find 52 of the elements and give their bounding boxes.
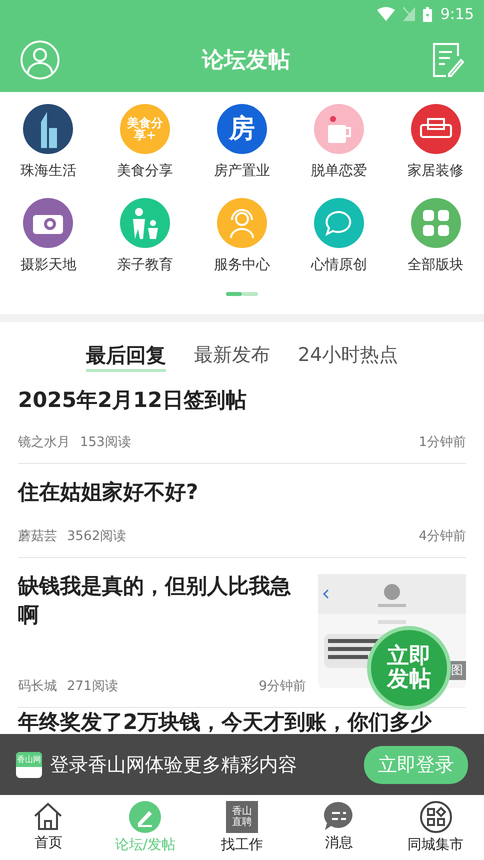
- post-time: 4分钟前: [418, 528, 466, 545]
- post-title[interactable]: 住在姑姐家好不好?: [18, 478, 466, 508]
- read-count: 153阅读: [80, 434, 131, 451]
- category-name: 亲子教育: [117, 256, 174, 274]
- tab[interactable]: 24小时热点: [298, 342, 398, 372]
- sofa-icon: [420, 117, 452, 141]
- message-icon: [324, 801, 354, 831]
- read-count: 3562阅读: [67, 528, 126, 545]
- category-icon[interactable]: 房: [216, 104, 267, 154]
- icon-text: 香山: [232, 806, 252, 817]
- post-title[interactable]: 年终奖发了2万块钱，今天才到账，你们多少: [18, 710, 432, 734]
- chat-icon: [324, 210, 353, 236]
- post-title[interactable]: 缺钱我是真的，但别人比我急啊: [18, 572, 306, 631]
- icon-text: 房: [228, 116, 256, 142]
- icon-text: 直聘: [232, 817, 252, 828]
- tab[interactable]: 最新发布: [194, 342, 270, 372]
- avatar-icon[interactable]: [20, 40, 60, 80]
- category-name: 服务中心: [214, 256, 270, 274]
- category-name: 房产置业: [214, 162, 270, 180]
- category-name: 家居装修: [408, 162, 464, 180]
- home-icon: [33, 801, 64, 831]
- no-signal-icon: [403, 7, 416, 21]
- icon-text: 美食分享+: [126, 117, 164, 141]
- battery-icon: [423, 6, 432, 22]
- post-author: 镜之水月: [18, 434, 70, 451]
- tab[interactable]: 最后回复: [86, 342, 166, 372]
- post-title[interactable]: 2025年2月12日签到帖: [18, 386, 466, 416]
- market-icon: [420, 801, 452, 833]
- logo-text: 香山网: [16, 752, 42, 766]
- page-title: 论坛发帖: [202, 47, 290, 75]
- category-name: 脱单恋爱: [310, 162, 367, 180]
- login-prompt: 登录香山网体验更多精彩内容: [50, 752, 298, 778]
- post-author: 码长城: [18, 678, 57, 695]
- post-time: 1分钟前: [418, 434, 466, 451]
- compose-icon[interactable]: [432, 42, 464, 78]
- category-name: 全部版块: [408, 256, 464, 274]
- category-name: 美食分享: [117, 162, 174, 180]
- category-name: 珠海生活: [20, 162, 76, 180]
- pencil-icon: [129, 801, 162, 833]
- post-time: 9分钟前: [258, 678, 306, 695]
- camera-icon: [33, 212, 64, 234]
- post-author: 蘑菇芸: [18, 528, 57, 545]
- wifi-icon: [377, 7, 396, 21]
- nav-item[interactable]: 香山 直聘 找工作: [194, 795, 290, 860]
- read-count: 271阅读: [67, 678, 118, 695]
- grid-icon: [422, 210, 449, 236]
- nav-item[interactable]: 同城集市: [387, 795, 484, 860]
- category-name: 摄影天地: [20, 256, 76, 274]
- nav-item[interactable]: 消息: [290, 795, 388, 860]
- status-time: 9:15: [440, 5, 474, 23]
- category-name: 心情原创: [310, 256, 367, 274]
- nav-item[interactable]: 首页: [0, 795, 97, 860]
